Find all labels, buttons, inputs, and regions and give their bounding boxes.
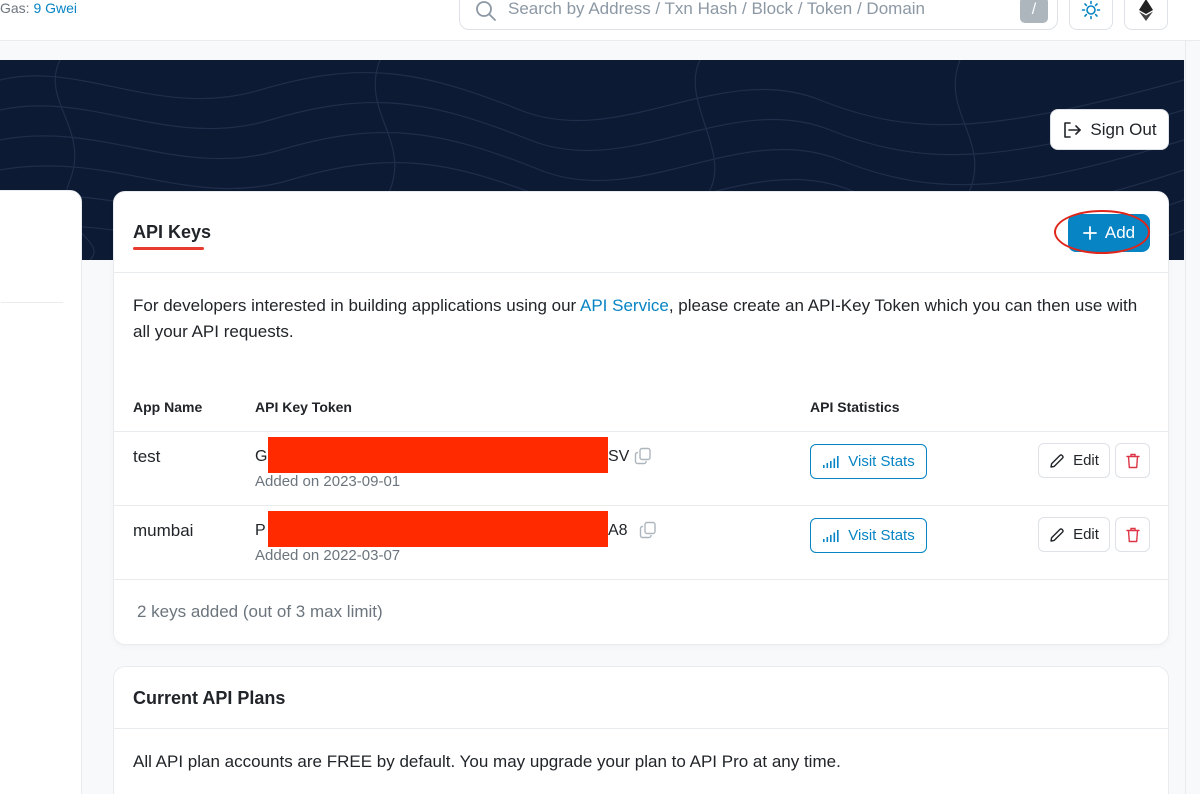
edit-label: Edit bbox=[1073, 526, 1099, 543]
api-keys-header: API Keys Add bbox=[114, 192, 1168, 273]
sidebar-divider bbox=[1, 302, 63, 303]
search-icon bbox=[476, 1, 496, 21]
visit-stats-label: Visit Stats bbox=[848, 527, 915, 544]
search-placeholder: Search by Address / Txn Hash / Block / T… bbox=[508, 0, 926, 18]
row-divider bbox=[114, 579, 1168, 580]
redaction-bar bbox=[268, 437, 608, 473]
copy-icon[interactable] bbox=[639, 521, 657, 539]
api-plans-card: Current API Plans All API plan accounts … bbox=[113, 666, 1169, 794]
title-underline-annotation bbox=[133, 247, 204, 250]
edit-label: Edit bbox=[1073, 452, 1099, 469]
visit-stats-label: Visit Stats bbox=[848, 453, 915, 470]
delete-button[interactable] bbox=[1115, 443, 1150, 478]
search-input[interactable]: Search by Address / Txn Hash / Block / T… bbox=[459, 0, 1058, 30]
sign-out-icon bbox=[1064, 121, 1082, 138]
trash-icon bbox=[1125, 527, 1140, 542]
gas-value[interactable]: 9 Gwei bbox=[33, 0, 77, 16]
row-divider bbox=[114, 505, 1168, 506]
edit-button[interactable]: Edit bbox=[1038, 443, 1110, 478]
delete-button[interactable] bbox=[1115, 517, 1150, 552]
search-shortcut-key: / bbox=[1020, 0, 1048, 23]
network-button[interactable] bbox=[1124, 0, 1168, 30]
api-key-token-start: P bbox=[255, 522, 266, 539]
right-border bbox=[1185, 41, 1186, 794]
visit-stats-button[interactable]: Visit Stats bbox=[810, 444, 927, 479]
api-key-token-start: G bbox=[255, 448, 268, 465]
app-name: test bbox=[133, 447, 161, 466]
sign-out-button[interactable]: Sign Out bbox=[1050, 109, 1169, 150]
sun-icon bbox=[1081, 0, 1101, 20]
description-text-start: For developers interested in building ap… bbox=[133, 296, 580, 315]
column-header-api-statistics: API Statistics bbox=[810, 399, 900, 415]
api-plans-header: Current API Plans bbox=[114, 667, 1168, 729]
column-header-api-key-token: API Key Token bbox=[255, 399, 352, 415]
redaction-bar bbox=[268, 511, 608, 547]
api-plans-title: Current API Plans bbox=[133, 688, 286, 708]
edit-button[interactable]: Edit bbox=[1038, 517, 1110, 552]
visit-stats-button[interactable]: Visit Stats bbox=[810, 518, 927, 553]
api-key-token-end: A8 bbox=[608, 522, 628, 539]
api-service-link[interactable]: API Service bbox=[580, 296, 669, 315]
api-plans-text: All API plan accounts are FREE by defaul… bbox=[133, 752, 841, 771]
added-date: Added on 2022-03-07 bbox=[255, 547, 401, 564]
keys-count: 2 keys added (out of 3 max limit) bbox=[137, 602, 383, 621]
ethereum-icon bbox=[1139, 0, 1153, 21]
gas-label: Gas: bbox=[0, 0, 30, 16]
table-header-divider bbox=[114, 431, 1168, 432]
gas-price: Gas: 9 Gwei bbox=[0, 0, 77, 16]
sidebar-card bbox=[0, 190, 82, 794]
add-button-annotation-circle bbox=[1054, 210, 1150, 254]
pencil-icon bbox=[1050, 527, 1064, 542]
app-name: mumbai bbox=[133, 521, 194, 540]
signal-bars-icon bbox=[823, 529, 839, 542]
api-keys-title: API Keys bbox=[133, 222, 212, 242]
signal-bars-icon bbox=[823, 455, 839, 468]
sign-out-label: Sign Out bbox=[1090, 119, 1157, 139]
pencil-icon bbox=[1050, 453, 1064, 468]
trash-icon bbox=[1125, 453, 1140, 468]
copy-icon[interactable] bbox=[634, 447, 652, 465]
api-keys-card: API Keys Add For developers interested i… bbox=[113, 191, 1169, 645]
api-keys-description: For developers interested in building ap… bbox=[133, 293, 1143, 345]
top-bar: Gas: 9 Gwei Search by Address / Txn Hash… bbox=[0, 0, 1200, 41]
column-header-app-name: App Name bbox=[133, 399, 203, 415]
theme-toggle-button[interactable] bbox=[1069, 0, 1113, 30]
api-key-token-end: SV bbox=[608, 448, 630, 465]
added-date: Added on 2023-09-01 bbox=[255, 473, 401, 490]
